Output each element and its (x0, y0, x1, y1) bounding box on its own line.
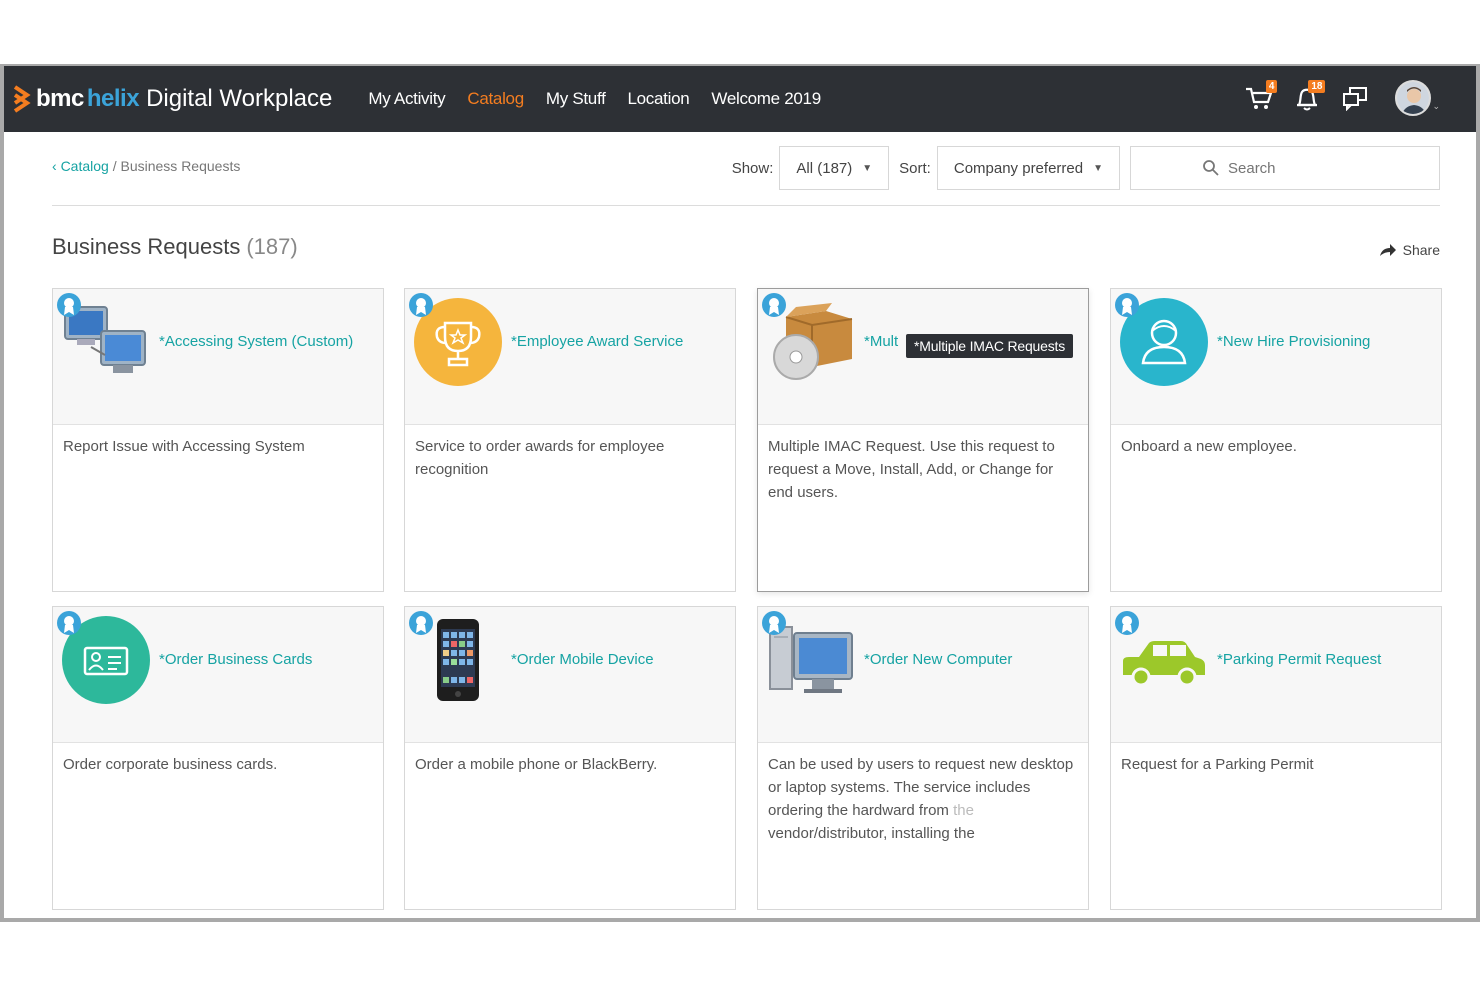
card-title[interactable]: *Parking Permit Request (1217, 651, 1435, 668)
bmc-logo-icon (13, 85, 31, 113)
card-description-text: Can be used by users to request new desk… (768, 756, 1074, 819)
catalog-card-multiple-imac[interactable]: *Mult *Multiple IMAC Requests Multiple I… (757, 288, 1089, 592)
chat-icon (1343, 87, 1368, 111)
card-title[interactable]: *Order Business Cards (159, 651, 377, 668)
card-description: Onboard a new employee. (1121, 438, 1297, 455)
card-header: *Accessing System (Custom) (53, 289, 383, 425)
app-window: bmc helix Digital Workplace My Activity … (0, 64, 1480, 922)
brand-bmc: bmc (36, 85, 84, 112)
card-title[interactable]: *Order Mobile Device (511, 651, 729, 668)
card-title[interactable]: *Order New Computer (864, 651, 1082, 668)
nav-my-activity[interactable]: My Activity (368, 89, 445, 109)
search-box[interactable] (1130, 146, 1440, 190)
card-description: Can be used by users to request new desk… (758, 743, 1088, 855)
catalog-card-accessing-system[interactable]: *Accessing System (Custom) Report Issue … (52, 288, 384, 592)
top-nav-bar: bmc helix Digital Workplace My Activity … (4, 66, 1476, 132)
card-description: Order a mobile phone or BlackBerry. (415, 756, 658, 773)
card-header: *Order Mobile Device (405, 607, 735, 743)
card-header: *Order New Computer (758, 607, 1088, 743)
card-description: Service to order awards for employee rec… (415, 438, 665, 478)
catalog-card-parking-permit[interactable]: *Parking Permit Request Request for a Pa… (1110, 606, 1442, 910)
card-header: *Parking Permit Request (1111, 607, 1441, 743)
featured-ribbon-icon (762, 293, 786, 317)
nav-catalog[interactable]: Catalog (467, 89, 524, 109)
breadcrumb-catalog-link[interactable]: Catalog (61, 158, 109, 174)
featured-ribbon-icon (1115, 293, 1139, 317)
catalog-card-mobile-device[interactable]: *Order Mobile Device Order a mobile phon… (404, 606, 736, 910)
avatar-dropdown-chevron-icon[interactable]: ⌄ (1432, 102, 1440, 112)
catalog-card-new-computer[interactable]: *Order New Computer Can be used by users… (757, 606, 1089, 910)
share-arrow-icon (1379, 244, 1396, 256)
nav-location[interactable]: Location (628, 89, 690, 109)
featured-ribbon-icon (57, 293, 81, 317)
featured-ribbon-icon (57, 611, 81, 635)
search-icon (1203, 160, 1219, 176)
filter-controls: Show: All (187) ▼ Sort: Company preferre… (732, 146, 1440, 190)
card-header: *Mult *Multiple IMAC Requests (758, 289, 1088, 425)
card-title[interactable]: *New Hire Provisioning (1217, 333, 1435, 350)
search-input[interactable] (1228, 159, 1368, 177)
nav-my-stuff[interactable]: My Stuff (546, 89, 606, 109)
nav-welcome-2019[interactable]: Welcome 2019 (711, 89, 821, 109)
chat-button[interactable] (1335, 78, 1375, 118)
card-header: *Employee Award Service (405, 289, 735, 425)
page-title-text: Business Requests (52, 234, 241, 259)
card-description-tail: vendor/distributor, installing the (768, 825, 975, 842)
featured-ribbon-icon (762, 611, 786, 635)
brand-helix: helix (86, 85, 140, 112)
featured-ribbon-icon (1115, 611, 1139, 635)
page-title-count: (187) (246, 234, 298, 259)
card-header: *New Hire Provisioning (1111, 289, 1441, 425)
brand-product-name: Digital Workplace (146, 85, 333, 112)
notification-count-badge: 18 (1308, 80, 1326, 93)
share-label: Share (1402, 242, 1440, 258)
main-nav: My Activity Catalog My Stuff Location We… (368, 89, 843, 109)
breadcrumb: ‹ Catalog / Business Requests (52, 158, 240, 174)
featured-ribbon-icon (409, 293, 433, 317)
card-description: Report Issue with Accessing System (63, 438, 305, 455)
card-description: Multiple IMAC Request. Use this request … (768, 438, 1055, 501)
show-dropdown-value: All (187) (796, 159, 853, 177)
page-title: Business Requests (187) (52, 234, 298, 260)
card-title[interactable]: *Employee Award Service (511, 333, 729, 350)
cart-count-badge: 4 (1265, 80, 1278, 93)
sort-dropdown[interactable]: Company preferred ▼ (936, 146, 1120, 190)
show-dropdown[interactable]: All (187) ▼ (779, 146, 890, 190)
card-header: *Order Business Cards (53, 607, 383, 743)
featured-ribbon-icon (409, 611, 433, 635)
user-avatar[interactable] (1395, 80, 1432, 116)
card-title-tooltip: *Multiple IMAC Requests (906, 334, 1074, 358)
card-description: Request for a Parking Permit (1121, 756, 1314, 773)
sort-dropdown-value: Company preferred (953, 159, 1084, 177)
catalog-card-employee-award[interactable]: *Employee Award Service Service to order… (404, 288, 736, 592)
card-description: Order corporate business cards. (63, 756, 278, 773)
breadcrumb-back-chevron-icon[interactable]: ‹ (52, 158, 61, 174)
caret-down-icon: ▼ (1093, 162, 1103, 174)
caret-down-icon: ▼ (862, 162, 873, 174)
brand-logo[interactable]: bmc helix Digital Workplace (12, 66, 332, 132)
header-divider (52, 205, 1440, 206)
share-button[interactable]: Share (1379, 242, 1440, 258)
breadcrumb-separator: / (112, 158, 117, 174)
cart-button[interactable]: 4 (1239, 78, 1279, 118)
sort-label: Sort: (899, 159, 931, 177)
show-label: Show: (731, 159, 774, 177)
notifications-button[interactable]: 18 (1287, 78, 1327, 118)
top-icons: 4 18 ⌄ (1231, 78, 1440, 118)
catalog-card-new-hire[interactable]: *New Hire Provisioning Onboard a new emp… (1110, 288, 1442, 592)
card-title[interactable]: *Accessing System (Custom) (159, 333, 377, 350)
catalog-card-business-cards[interactable]: *Order Business Cards Order corporate bu… (52, 606, 384, 910)
user-photo-icon (1397, 82, 1430, 114)
card-description-faded: the (953, 802, 974, 819)
breadcrumb-current: Business Requests (120, 158, 241, 174)
